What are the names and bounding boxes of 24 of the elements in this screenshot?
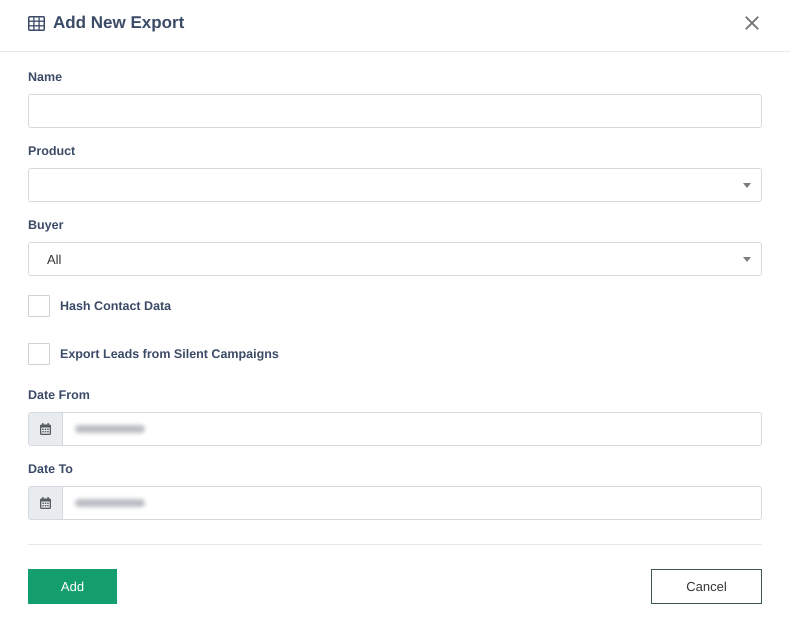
field-label: Product <box>28 143 76 159</box>
calendar-icon <box>40 497 51 509</box>
checkbox[interactable] <box>28 295 50 317</box>
caret-icon <box>743 182 751 188</box>
checkbox[interactable] <box>28 343 50 365</box>
calendar-addon[interactable] <box>29 487 63 519</box>
field-label: Name <box>28 69 62 85</box>
text-input-field[interactable] <box>28 94 762 128</box>
cancel-button[interactable]: Cancel <box>651 569 762 604</box>
field-label: Buyer <box>28 217 64 233</box>
checkbox-label: Export Leads from Silent Campaigns <box>60 347 279 361</box>
calendar-icon <box>40 423 51 435</box>
field-label: Date To <box>28 461 73 477</box>
field-label: Date From <box>28 387 90 403</box>
checkbox-label: Hash Contact Data <box>60 299 172 313</box>
caret-icon <box>743 256 751 262</box>
select-field[interactable] <box>28 168 762 202</box>
close-icon[interactable] <box>745 16 759 30</box>
date-field[interactable] <box>28 412 762 446</box>
table-grid-icon <box>28 16 45 30</box>
select-field[interactable]: All <box>28 242 762 276</box>
date-field[interactable] <box>28 486 762 520</box>
calendar-addon[interactable] <box>29 413 63 445</box>
dialog-title: Add New Export <box>53 13 184 33</box>
